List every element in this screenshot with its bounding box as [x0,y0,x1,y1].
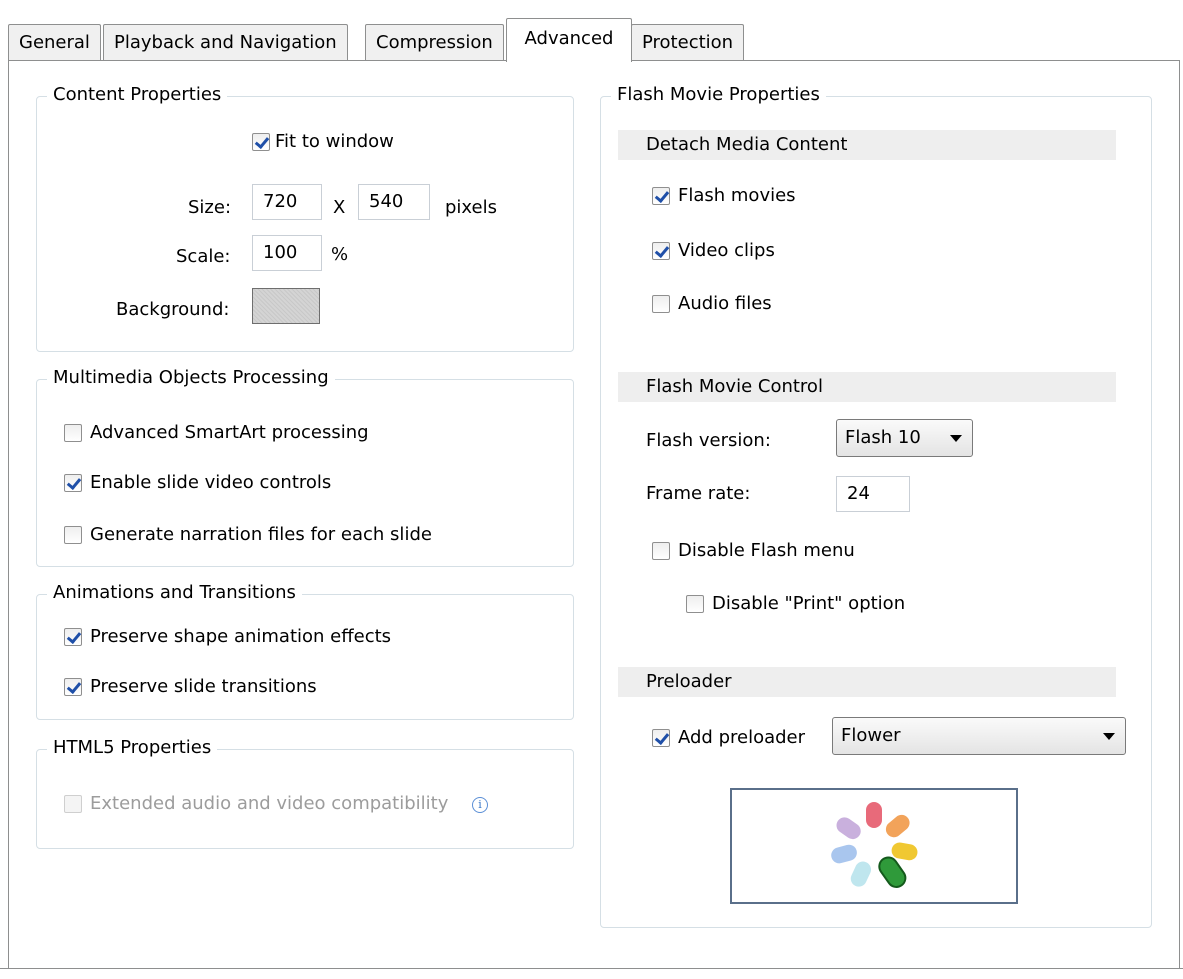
preserve-shape-animation-label: Preserve shape animation effects [90,626,392,647]
advanced-smartart-label: Advanced SmartArt processing [90,422,369,443]
video-clips-label: Video clips [678,240,775,261]
flash-version-label: Flash version: [646,430,771,451]
tab-general[interactable]: General [8,24,101,60]
flash-properties-title: Flash Movie Properties [611,83,826,107]
info-icon[interactable]: i [472,797,488,813]
tab-playback-navigation[interactable]: Playback and Navigation [103,24,348,60]
audio-files-label: Audio files [678,293,772,314]
flower-preloader-icon [831,802,918,888]
frame-rate-label: Frame rate: [646,483,751,504]
preserve-slide-transitions-label: Preserve slide transitions [90,676,317,697]
animations-group: Animations and Transitions [36,581,574,720]
scale-label: Scale: [176,246,231,267]
bottom-border [0,968,1183,979]
content-properties-title: Content Properties [47,83,228,107]
preserve-slide-transitions-checkbox[interactable] [64,678,82,696]
enable-video-controls-label: Enable slide video controls [90,472,332,493]
multimedia-title: Multimedia Objects Processing [47,366,335,390]
frame-rate-input[interactable]: 24 [836,476,910,512]
flash-version-select[interactable]: Flash 10 [836,419,973,457]
disable-print-checkbox[interactable] [686,595,704,613]
tab-protection[interactable]: Protection [631,24,745,60]
enable-video-controls-checkbox[interactable] [64,474,82,492]
pixels-label: pixels [445,197,497,218]
html5-title: HTML5 Properties [47,736,218,760]
flash-version-value: Flash 10 [845,427,921,448]
chevron-down-icon [1103,733,1115,740]
scale-input[interactable]: 100 [252,235,322,271]
flash-control-heading: Flash Movie Control [618,372,1116,402]
add-preloader-checkbox[interactable] [652,729,670,747]
size-x-label: X [333,197,346,218]
disable-flash-menu-label: Disable Flash menu [678,540,855,561]
generate-narration-checkbox[interactable] [64,526,82,544]
tab-compression[interactable]: Compression [365,24,504,60]
background-label: Background: [116,299,230,320]
background-color-picker[interactable] [252,288,320,324]
preloader-preview [730,788,1018,904]
tab-advanced[interactable]: Advanced [506,18,632,62]
extended-compat-checkbox[interactable] [64,795,82,813]
video-clips-checkbox[interactable] [652,242,670,260]
height-input[interactable]: 540 [358,184,430,220]
add-preloader-label: Add preloader [678,727,806,748]
generate-narration-label: Generate narration files for each slide [90,524,432,545]
extended-compat-label: Extended audio and video compatibility [90,793,449,814]
fit-to-window-checkbox[interactable] [252,133,270,151]
percent-label: % [331,244,349,265]
flash-movies-label: Flash movies [678,185,796,206]
preloader-style-select[interactable]: Flower [832,717,1126,755]
disable-flash-menu-checkbox[interactable] [652,542,670,560]
advanced-smartart-checkbox[interactable] [64,424,82,442]
flash-movies-checkbox[interactable] [652,187,670,205]
audio-files-checkbox[interactable] [652,295,670,313]
fit-to-window-label: Fit to window [275,131,394,152]
disable-print-label: Disable "Print" option [712,593,906,614]
size-label: Size: [188,197,232,218]
chevron-down-icon [950,435,962,442]
preserve-shape-animation-checkbox[interactable] [64,628,82,646]
tab-strip: General Playback and Navigation Compress… [8,18,1178,62]
detach-media-heading: Detach Media Content [618,130,1116,160]
preloader-heading: Preloader [618,667,1116,697]
width-input[interactable]: 720 [252,184,322,220]
preloader-style-value: Flower [841,725,901,746]
animations-title: Animations and Transitions [47,581,302,605]
